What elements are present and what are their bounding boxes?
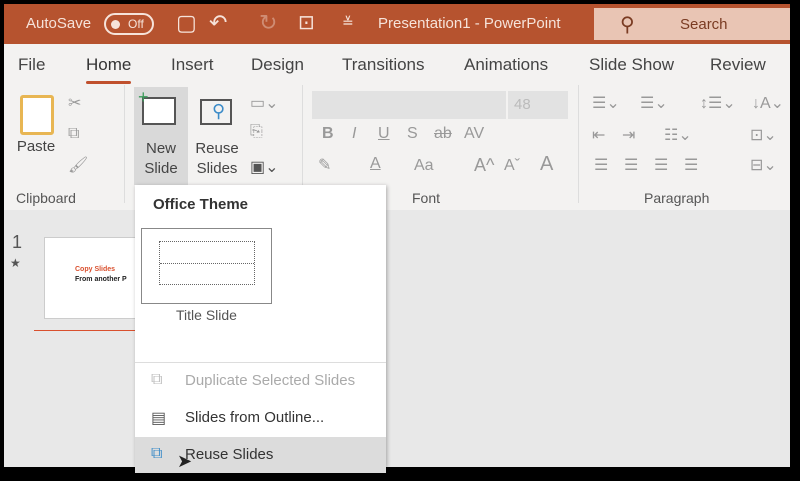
mouse-cursor-icon: ➤ (177, 451, 193, 471)
numbering-icon[interactable]: ☰⌄ (640, 93, 668, 113)
font-size-select[interactable]: 48 (508, 91, 568, 119)
duplicate-slides-item[interactable]: ⧉ Duplicate Selected Slides (135, 363, 386, 399)
font-color-button[interactable]: A (370, 155, 381, 173)
ribbon: Paste ✂ ⧉ 🖌 Clipboard + New Slide ⚲ Reus… (4, 85, 790, 210)
section-icon[interactable]: ▣⌄ (250, 157, 279, 177)
reuse-slides-item[interactable]: ⧉ Reuse Slides (135, 437, 386, 473)
bold-button[interactable]: B (322, 125, 334, 143)
clipboard-group-label: Clipboard (16, 190, 76, 206)
smartart-icon[interactable]: ⊟⌄ (750, 155, 777, 175)
cut-icon[interactable]: ✂ (68, 93, 81, 113)
undo-icon[interactable]: ↶ (209, 10, 227, 36)
align-text-icon[interactable]: ⊡⌄ (750, 125, 777, 145)
line-spacing-icon[interactable]: ↕☰⌄ (700, 93, 736, 113)
duplicate-icon: ⧉ (151, 371, 163, 388)
paste-icon[interactable] (20, 95, 54, 135)
increase-indent-icon[interactable]: ⇥ (622, 125, 635, 145)
present-icon[interactable]: ⊡ (298, 10, 315, 35)
italic-button[interactable]: I (352, 125, 356, 143)
layout-label: Title Slide (176, 307, 237, 323)
ribbon-tabs: File Home Insert Design Transitions Anim… (4, 44, 790, 85)
paste-button[interactable]: Paste (14, 137, 58, 157)
search-icon: ⚲ (620, 14, 635, 36)
font-group-label: Font (412, 190, 441, 206)
new-slide-button[interactable]: + New Slide (134, 87, 188, 185)
tab-review[interactable]: Review (710, 55, 766, 75)
strikethrough-button[interactable]: ab (434, 125, 452, 143)
insertion-line (34, 330, 144, 331)
tab-animations[interactable]: Animations (464, 55, 548, 75)
window-title: Presentation1 - PowerPoint (378, 15, 561, 32)
format-painter-icon[interactable]: 🖌 (68, 155, 88, 175)
char-spacing-button[interactable]: AV (464, 125, 484, 143)
tab-file[interactable]: File (18, 55, 45, 75)
tab-design[interactable]: Design (251, 55, 304, 75)
align-left-icon[interactable]: ☰ (594, 155, 608, 175)
save-icon[interactable]: ▢ (176, 10, 197, 36)
search-box[interactable]: ⚲ Search (594, 8, 790, 40)
autosave-toggle[interactable]: Off (104, 13, 154, 35)
shrink-font-button[interactable]: Aˇ (504, 157, 520, 175)
shadow-button[interactable]: S (407, 125, 418, 143)
text-direction-icon[interactable]: ↓A⌄ (752, 93, 784, 113)
transition-star-icon: ★ (10, 256, 21, 270)
grow-font-button[interactable]: A^ (474, 155, 494, 176)
autosave-label: AutoSave (26, 15, 92, 32)
center-icon[interactable]: ☰ (624, 155, 638, 175)
redo-icon[interactable]: ↻ (259, 10, 277, 36)
slide-area: 1 ★ Copy Slides From another P (4, 210, 790, 467)
decrease-indent-icon[interactable]: ⇤ (592, 125, 605, 145)
font-name-select[interactable] (312, 91, 506, 119)
title-bar: AutoSave Off ▢ ↶ ↻ ⊡ ≚ Presentation1 - P… (4, 4, 790, 44)
thumb-title: Copy Slides (75, 266, 116, 273)
align-right-icon[interactable]: ☰ (654, 155, 668, 175)
layout-title-slide[interactable] (141, 228, 272, 304)
paragraph-group-label: Paragraph (644, 190, 710, 206)
new-slide-icon: + (138, 87, 176, 125)
underline-button[interactable]: U (378, 125, 390, 143)
reset-icon[interactable]: ⎘ (250, 123, 263, 141)
outline-doc-icon: ▤ (151, 410, 167, 427)
change-case-button[interactable]: Aa (414, 157, 434, 175)
reuse-slides-button[interactable]: ⚲ Reuse Slides (192, 87, 242, 185)
slide-number: 1 (12, 232, 23, 252)
tab-slide-show[interactable]: Slide Show (589, 55, 674, 75)
new-slide-dropdown: Office Theme Title Slide ⧉ Duplicate Sele… (135, 185, 386, 473)
tab-transitions[interactable]: Transitions (342, 55, 425, 75)
bullets-icon[interactable]: ☰⌄ (592, 93, 620, 113)
customize-qat-icon[interactable]: ≚ (342, 14, 354, 31)
clear-format-icon[interactable]: A (540, 153, 553, 176)
search-placeholder: Search (680, 16, 728, 33)
tab-insert[interactable]: Insert (171, 55, 214, 75)
reuse-slides-icon: ⚲ (200, 99, 232, 125)
justify-icon[interactable]: ☰ (684, 155, 698, 175)
slides-from-outline-item[interactable]: ▤ Slides from Outline... (135, 400, 386, 436)
highlight-icon[interactable]: ✎ (318, 155, 331, 175)
reuse-slides-icon: ⧉ (151, 445, 163, 462)
columns-icon[interactable]: ☷⌄ (664, 125, 692, 145)
copy-icon[interactable]: ⧉ (68, 125, 79, 143)
menu-section-title: Office Theme (153, 196, 249, 213)
layout-icon[interactable]: ▭⌄ (250, 93, 279, 113)
tab-home[interactable]: Home (86, 55, 132, 84)
thumb-subtitle: From another P (75, 276, 127, 283)
